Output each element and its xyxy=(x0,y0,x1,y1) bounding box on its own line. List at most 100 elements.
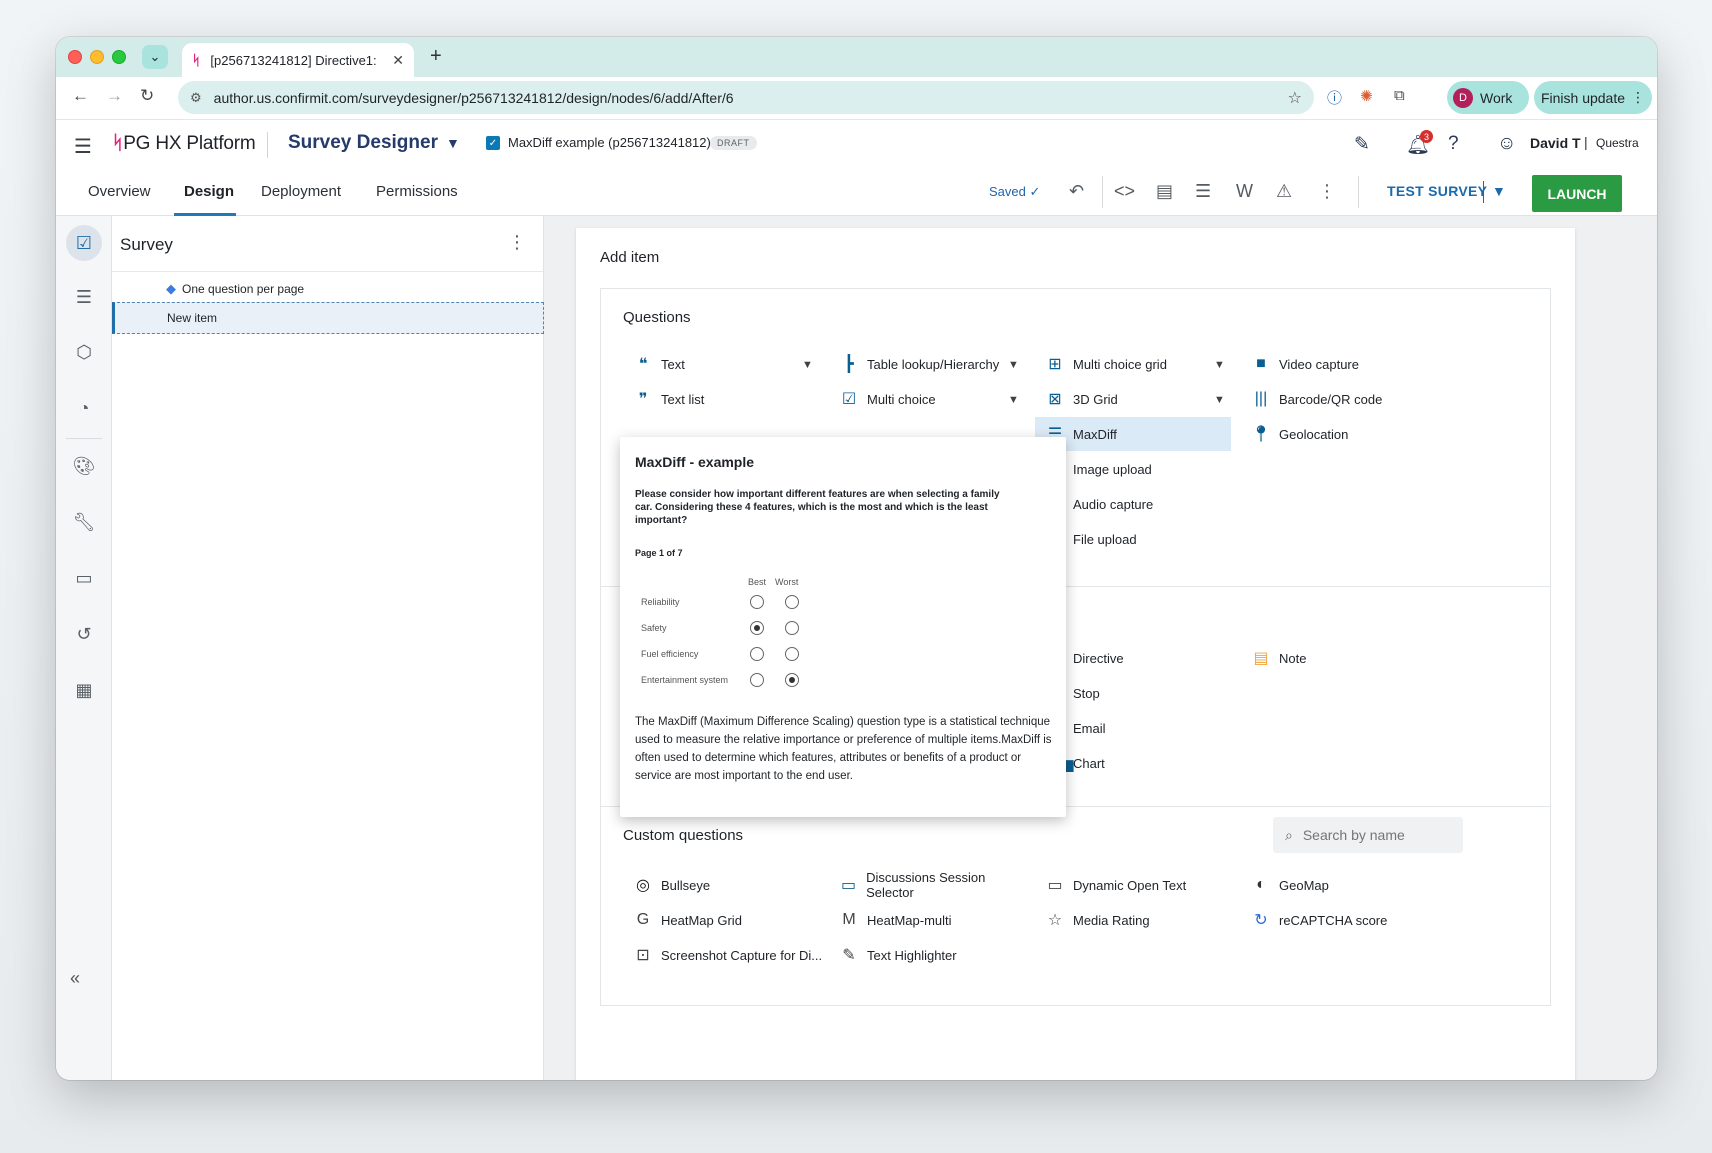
search-field[interactable]: ⌕ xyxy=(1273,817,1463,853)
item-label: Stop xyxy=(1073,685,1100,701)
minimize-window-button[interactable] xyxy=(90,50,104,64)
code-icon[interactable]: <> xyxy=(1114,181,1135,202)
finish-update-button[interactable]: Finish update ⋮ xyxy=(1534,81,1652,114)
chevron-down-icon[interactable]: ▼ xyxy=(802,359,813,371)
tab-search-button[interactable]: ⌄ xyxy=(142,45,168,69)
custom-text-highlighter[interactable]: ✎ Text Highlighter xyxy=(829,938,1029,972)
question-type-3d-grid[interactable]: ⊠ 3D Grid xyxy=(1035,382,1235,416)
survey-checklist-icon[interactable]: ☑ xyxy=(66,225,102,261)
chevron-down-icon[interactable]: ▼ xyxy=(1214,394,1225,406)
close-window-button[interactable] xyxy=(68,50,82,64)
tree-item-directive[interactable]: ◆ One question per page xyxy=(166,281,304,297)
item-label: reCAPTCHA score xyxy=(1279,912,1388,928)
question-type-text-list[interactable]: ❞ Text list xyxy=(623,382,823,416)
custom-bullseye[interactable]: ◎ Bullseye xyxy=(623,868,823,902)
list-view-icon[interactable]: ☰ xyxy=(70,283,98,311)
chevron-down-icon[interactable]: ▼ xyxy=(1008,394,1019,406)
test-survey-button[interactable]: TEST SURVEY xyxy=(1387,183,1487,199)
extensions-icon[interactable]: ⧉ xyxy=(1394,87,1405,104)
chevron-down-icon[interactable]: ▼ xyxy=(1008,359,1019,371)
browser-tab[interactable]: ᛋ [p256713241812] Directive1: ✕ xyxy=(182,43,414,77)
comment-icon[interactable]: ▭ xyxy=(70,564,98,592)
question-type-text[interactable]: ❝ Text xyxy=(623,347,823,381)
new-tab-button[interactable]: + xyxy=(430,45,442,68)
item-label: Discussions Session Selector xyxy=(866,870,986,900)
account-icon[interactable]: ☺ xyxy=(1497,133,1516,155)
collapse-icon[interactable]: « xyxy=(70,968,80,989)
pie-chart-icon[interactable]: ◔ xyxy=(70,394,98,422)
bookmark-star-icon[interactable]: ☆ xyxy=(1288,88,1302,108)
word-export-icon[interactable]: W xyxy=(1236,181,1253,202)
question-type-multi-choice-grid[interactable]: ⊞ Multi choice grid xyxy=(1035,347,1235,381)
custom-heatmap-grid[interactable]: G HeatMap Grid xyxy=(623,903,823,937)
media-library-icon[interactable]: ▦ xyxy=(70,676,98,704)
radio-fuel-best xyxy=(750,647,764,661)
tree-item-label: One question per page xyxy=(182,282,305,296)
item-label: Email xyxy=(1073,720,1106,736)
globe-icon: ◐ xyxy=(1256,876,1266,893)
saved-status: Saved ✓ xyxy=(989,184,1041,199)
address-bar[interactable]: ⚙ author.us.confirmit.com/surveydesigner… xyxy=(178,81,1314,114)
help-icon[interactable]: ? xyxy=(1448,133,1459,155)
launch-button[interactable]: LAUNCH xyxy=(1532,175,1622,212)
module-title[interactable]: Survey Designer xyxy=(288,132,438,154)
forward-button[interactable]: → xyxy=(106,86,123,106)
custom-questions-section: Custom questions ⌕ ◎ Bullseye ▭ Discussion… xyxy=(600,806,1551,1006)
popover-question: Please consider how important different … xyxy=(635,489,1000,526)
heatmap-multi-icon: M xyxy=(842,911,856,928)
password-manager-icon[interactable]: ⓘ xyxy=(1327,87,1342,108)
tab-design[interactable]: Design xyxy=(184,183,234,200)
item-label: Barcode/QR code xyxy=(1279,391,1383,407)
question-type-multi-choice[interactable]: ☑ Multi choice xyxy=(829,382,1029,416)
chevron-down-icon[interactable]: ▼ xyxy=(1214,359,1225,371)
history-icon[interactable]: ↺ xyxy=(70,620,98,648)
test-survey-dropdown-icon[interactable]: ▼ xyxy=(1492,183,1506,199)
wrench-icon[interactable]: 🔧︎ xyxy=(70,508,98,536)
validation-icon[interactable]: ⚠ xyxy=(1276,181,1292,202)
custom-media-rating[interactable]: ☆ Media Rating xyxy=(1035,903,1235,937)
header-divider xyxy=(267,132,268,158)
feedback-icon[interactable]: ✎ xyxy=(1354,133,1370,156)
palette-icon[interactable]: 🎨︎ xyxy=(70,452,98,480)
site-settings-icon[interactable]: ⚙ xyxy=(190,90,202,106)
custom-geomap[interactable]: ◐ GeoMap xyxy=(1241,868,1441,902)
recaptcha-icon: ↻ xyxy=(1254,912,1268,929)
item-label: MaxDiff xyxy=(1073,426,1117,442)
rail-divider xyxy=(66,438,102,439)
brand-logo[interactable]: ᛋPG HX Platform xyxy=(112,133,256,155)
question-type-geolocation[interactable]: 📍︎ Geolocation xyxy=(1241,417,1441,451)
close-tab-icon[interactable]: ✕ xyxy=(392,52,404,69)
maximize-window-button[interactable] xyxy=(112,50,126,64)
checklist-icon[interactable]: ☰ xyxy=(1195,181,1211,202)
menu-icon[interactable]: ☰ xyxy=(74,134,92,159)
question-type-video-capture[interactable]: ■ Video capture xyxy=(1241,347,1441,381)
undo-icon[interactable]: ↶ xyxy=(1069,181,1084,202)
back-button[interactable]: ← xyxy=(72,86,89,106)
custom-screenshot-capture[interactable]: ⊡ Screenshot Capture for Di... xyxy=(623,938,823,972)
highlighter-icon: ✎ xyxy=(842,947,856,964)
tab-deployment[interactable]: Deployment xyxy=(261,183,341,200)
more-options-icon[interactable]: ⋮ xyxy=(1318,181,1336,202)
reload-button[interactable]: ↻ xyxy=(140,86,154,106)
tree-more-icon[interactable]: ⋮ xyxy=(508,232,526,253)
tab-permissions[interactable]: Permissions xyxy=(376,183,458,200)
custom-dynamic-open-text[interactable]: ▭ Dynamic Open Text xyxy=(1035,868,1235,902)
item-label: Text Highlighter xyxy=(867,947,957,963)
claude-extension-icon[interactable]: ✺ xyxy=(1360,87,1373,105)
custom-heatmap-multi[interactable]: M HeatMap-multi xyxy=(829,903,1029,937)
tab-overview[interactable]: Overview xyxy=(88,183,151,200)
cube-icon[interactable]: ⬡ xyxy=(70,338,98,366)
item-type-note[interactable]: ▤ Note xyxy=(1241,641,1441,675)
design-subnav: Overview Design Deployment Permissions S… xyxy=(56,167,1657,216)
question-type-table-lookup[interactable]: ┣ Table lookup/Hierarchy xyxy=(829,347,1029,381)
custom-discussions-session-selector[interactable]: ▭ Discussions Session Selector xyxy=(829,868,1029,902)
user-name[interactable]: David T xyxy=(1530,135,1581,151)
search-input[interactable] xyxy=(1302,827,1433,843)
module-dropdown-icon[interactable]: ▼ xyxy=(446,135,460,151)
clipboard-icon[interactable]: ▤ xyxy=(1156,181,1173,202)
question-type-barcode[interactable]: ||| Barcode/QR code xyxy=(1241,382,1441,416)
profile-button[interactable]: D Work xyxy=(1447,81,1529,114)
tree-item-new[interactable]: New item xyxy=(112,302,544,334)
item-label: Table lookup/Hierarchy xyxy=(867,356,1000,372)
custom-recaptcha-score[interactable]: ↻ reCAPTCHA score xyxy=(1241,903,1441,937)
